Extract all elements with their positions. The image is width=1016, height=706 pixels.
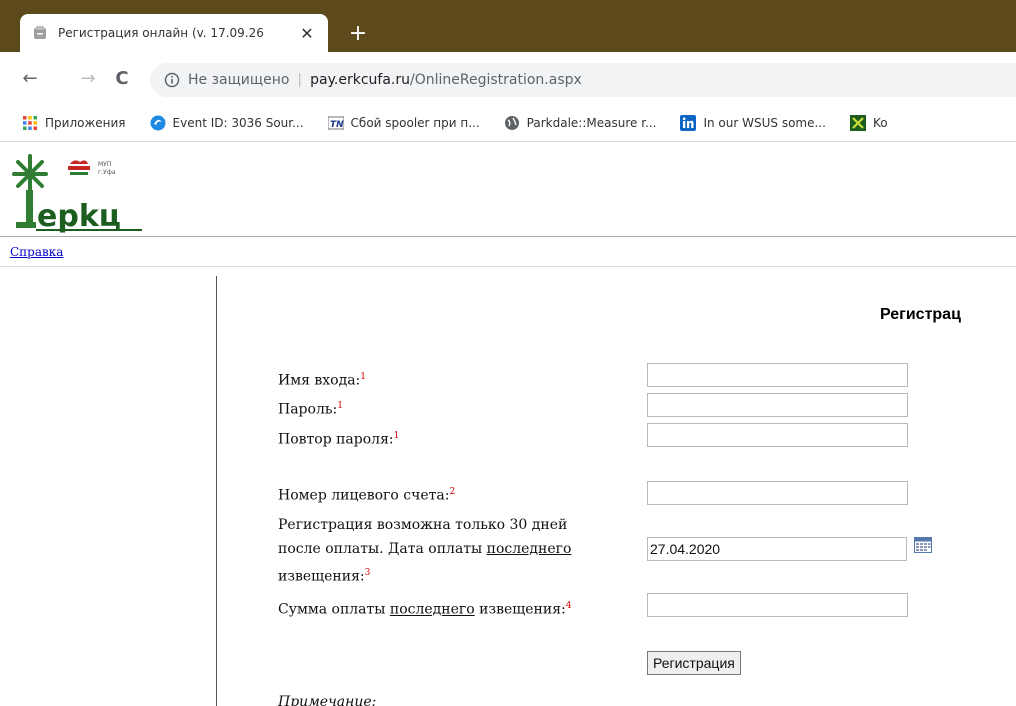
- info-icon[interactable]: [164, 72, 180, 88]
- apps-grid-icon: [23, 115, 37, 130]
- login-input[interactable]: [647, 363, 908, 387]
- tab-close-button[interactable]: ✕: [298, 24, 316, 43]
- login-label: Имя входа:1: [278, 372, 367, 389]
- footnote-mark: 1: [393, 431, 400, 441]
- page-favicon-icon: [34, 26, 46, 39]
- bookmark-ko[interactable]: Ko: [849, 114, 888, 131]
- forward-button[interactable]: →: [76, 68, 100, 92]
- bookmark-label: Event ID: 3036 Sour...: [172, 115, 304, 130]
- logo-small-text-1: МУП: [98, 161, 111, 168]
- password-input[interactable]: [647, 393, 908, 417]
- sidebar-divider: [216, 276, 217, 706]
- bookmark-label: Parkdale::Measure r...: [526, 115, 657, 130]
- city-emblem-icon: [68, 160, 90, 175]
- green-x-icon: [849, 114, 866, 131]
- payment-sum-label: Сумма оплаты последнего извещения:4: [278, 601, 572, 618]
- new-tab-button[interactable]: +: [344, 20, 372, 48]
- bookmark-event-id[interactable]: Event ID: 3036 Sour...: [150, 115, 304, 131]
- note-heading: Примечание:: [278, 694, 377, 706]
- help-link[interactable]: Справка: [10, 245, 63, 259]
- circle-logo-icon: [150, 115, 166, 130]
- browser-tab[interactable]: Регистрация онлайн (v. 17.09.26 ✕: [20, 14, 328, 52]
- browser-toolbar: ← → C Не защищено | pay.erkcufa.ru/Onlin…: [0, 52, 1016, 104]
- tab-title: Регистрация онлайн (v. 17.09.26: [58, 26, 264, 40]
- bookmark-apps[interactable]: Приложения: [22, 115, 126, 131]
- payment-sum-input[interactable]: [647, 593, 908, 617]
- register-button[interactable]: Регистрация: [647, 651, 741, 675]
- logo-wordmark: ерkц: [37, 199, 121, 234]
- reload-button[interactable]: C: [110, 68, 134, 92]
- bookmark-label: Ko: [872, 115, 888, 130]
- password-label: Пароль:1: [278, 401, 343, 418]
- repeat-password-label: Повтор пароля:1: [278, 431, 400, 448]
- calendar-icon[interactable]: [914, 537, 932, 553]
- globe-icon: [504, 115, 519, 130]
- bookmark-label: Приложения: [45, 115, 126, 130]
- payment-date-input[interactable]: [647, 537, 907, 561]
- back-button[interactable]: ←: [18, 68, 42, 92]
- logo-small-text-2: г.Уфа: [98, 169, 116, 176]
- footnote-mark: 1: [337, 401, 343, 411]
- footnote-mark: 4: [565, 601, 572, 611]
- nav-divider: [0, 266, 1016, 267]
- account-number-label: Номер лицевого счета:2: [278, 487, 456, 504]
- footnote-mark: 2: [449, 487, 456, 497]
- footnote-mark: 3: [364, 568, 371, 578]
- account-number-input[interactable]: [647, 481, 908, 505]
- tn-icon: TN: [327, 116, 344, 130]
- bookmark-label: Сбой spooler при п...: [350, 115, 480, 130]
- erkc-logo: ерkц МУП г.Уфа: [12, 154, 142, 234]
- footnote-mark: 1: [360, 372, 367, 382]
- bookmarks-bar: Приложения Event ID: 3036 Sour... TN Сбо…: [0, 104, 1016, 142]
- bookmark-spooler[interactable]: TN Сбой spooler при п...: [327, 115, 480, 131]
- header-divider: [0, 236, 1016, 237]
- omnibox-separator: |: [297, 72, 303, 88]
- bookmark-label: In our WSUS some...: [703, 115, 826, 130]
- linkedin-icon: [680, 114, 697, 131]
- payment-date-label: Регистрация возможна только 30 дней посл…: [278, 517, 572, 585]
- page-title: Регистрац: [880, 306, 961, 323]
- security-label: Не защищено: [188, 72, 290, 88]
- url-host: pay.erkcufa.ru: [310, 72, 410, 88]
- url-path: /OnlineRegistration.aspx: [409, 72, 582, 88]
- browser-tabstrip: Регистрация онлайн (v. 17.09.26 ✕ +: [0, 0, 1016, 52]
- svg-text:TN: TN: [330, 120, 344, 130]
- bookmark-wsus[interactable]: In our WSUS some...: [680, 114, 826, 131]
- address-bar[interactable]: Не защищено | pay.erkcufa.ru/OnlineRegis…: [150, 63, 1016, 97]
- repeat-password-input[interactable]: [647, 423, 908, 447]
- bookmark-parkdale[interactable]: Parkdale::Measure r...: [504, 115, 657, 131]
